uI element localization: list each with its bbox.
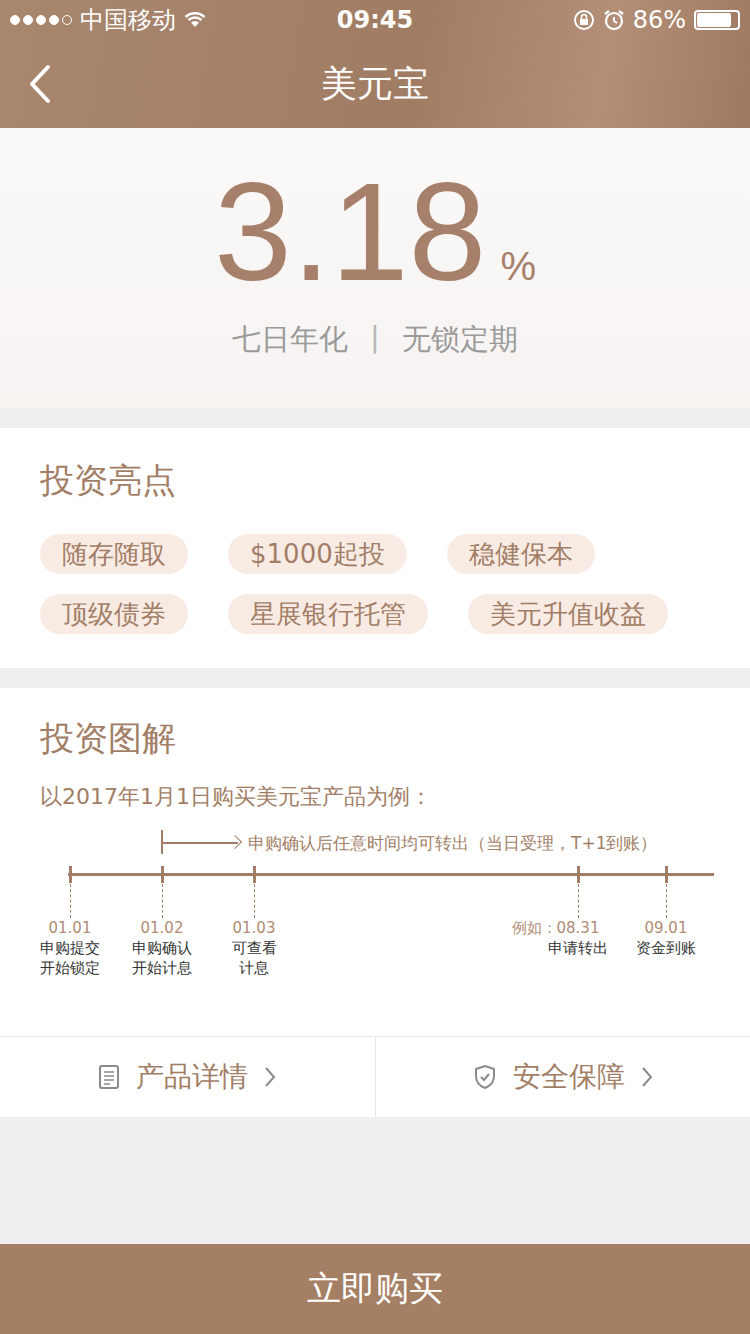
highlight-tag: 美元升值收益 (468, 594, 668, 634)
document-icon (98, 1064, 120, 1090)
diagram-title: 投资图解 (0, 716, 750, 762)
alarm-icon (603, 9, 625, 31)
chevron-icon (264, 1066, 276, 1088)
links-row: 产品详情安全保障 (0, 1036, 750, 1117)
signal-icon (10, 15, 72, 25)
shield-icon (473, 1064, 497, 1090)
link-button[interactable]: 安全保障 (375, 1037, 750, 1117)
page-title: 美元宝 (321, 60, 429, 109)
nav-bar: 美元宝 (0, 40, 750, 128)
highlights-card: 投资亮点随存随取 $1000起投稳健保本顶级债券星展银行托管美元升值收益 (0, 428, 750, 668)
rotation-lock-icon (573, 9, 595, 31)
buy-button[interactable]: 立即购买 (0, 1244, 750, 1334)
rate-meta: 七日年化|无锁定期 (232, 320, 518, 360)
wifi-icon (184, 12, 206, 28)
chevron-icon (641, 1066, 653, 1088)
diagram-example: 以2017年1月1日购买美元宝产品为例： (40, 782, 710, 812)
page: 中国移动 09:45 86% 美元宝 3.18% 七日年化|无锁定期投资亮点随存随取 $10… (0, 0, 750, 1334)
rate-hero: 3.18% 七日年化|无锁定期 (0, 128, 750, 408)
battery-percent: 86% (633, 6, 686, 34)
timeline-diagram: 申购确认后任意时间均可转出（当日受理，T+1到账）01.01申购提交开始锁定01… (0, 828, 750, 998)
highlights-title: 投资亮点 (40, 458, 710, 504)
highlight-tag: 星展银行托管 (228, 594, 428, 634)
status-bar: 中国移动 09:45 86% (0, 0, 750, 40)
highlight-tag: 随存随取 (40, 534, 188, 574)
back-arrow-icon[interactable] (28, 64, 52, 104)
clock: 09:45 (337, 6, 413, 34)
carrier: 中国移动 (80, 4, 176, 36)
battery-icon (694, 10, 740, 30)
header: 中国移动 09:45 86% 美元宝 (0, 0, 750, 128)
timeline-axis (68, 873, 714, 876)
arrow-icon (162, 842, 238, 844)
diagram-note: 申购确认后任意时间均可转出（当日受理，T+1到账） (248, 832, 657, 855)
highlight-tag: $1000起投 (228, 534, 407, 574)
diagram-card: 投资图解以2017年1月1日购买美元宝产品为例： 申购确认后任意时间均可转出（当日… (0, 688, 750, 1036)
highlight-tag: 顶级债券 (40, 594, 188, 634)
rate: 3.18% (214, 162, 536, 302)
link-button[interactable]: 产品详情 (0, 1037, 375, 1117)
highlight-tag: 稳健保本 (447, 534, 595, 574)
